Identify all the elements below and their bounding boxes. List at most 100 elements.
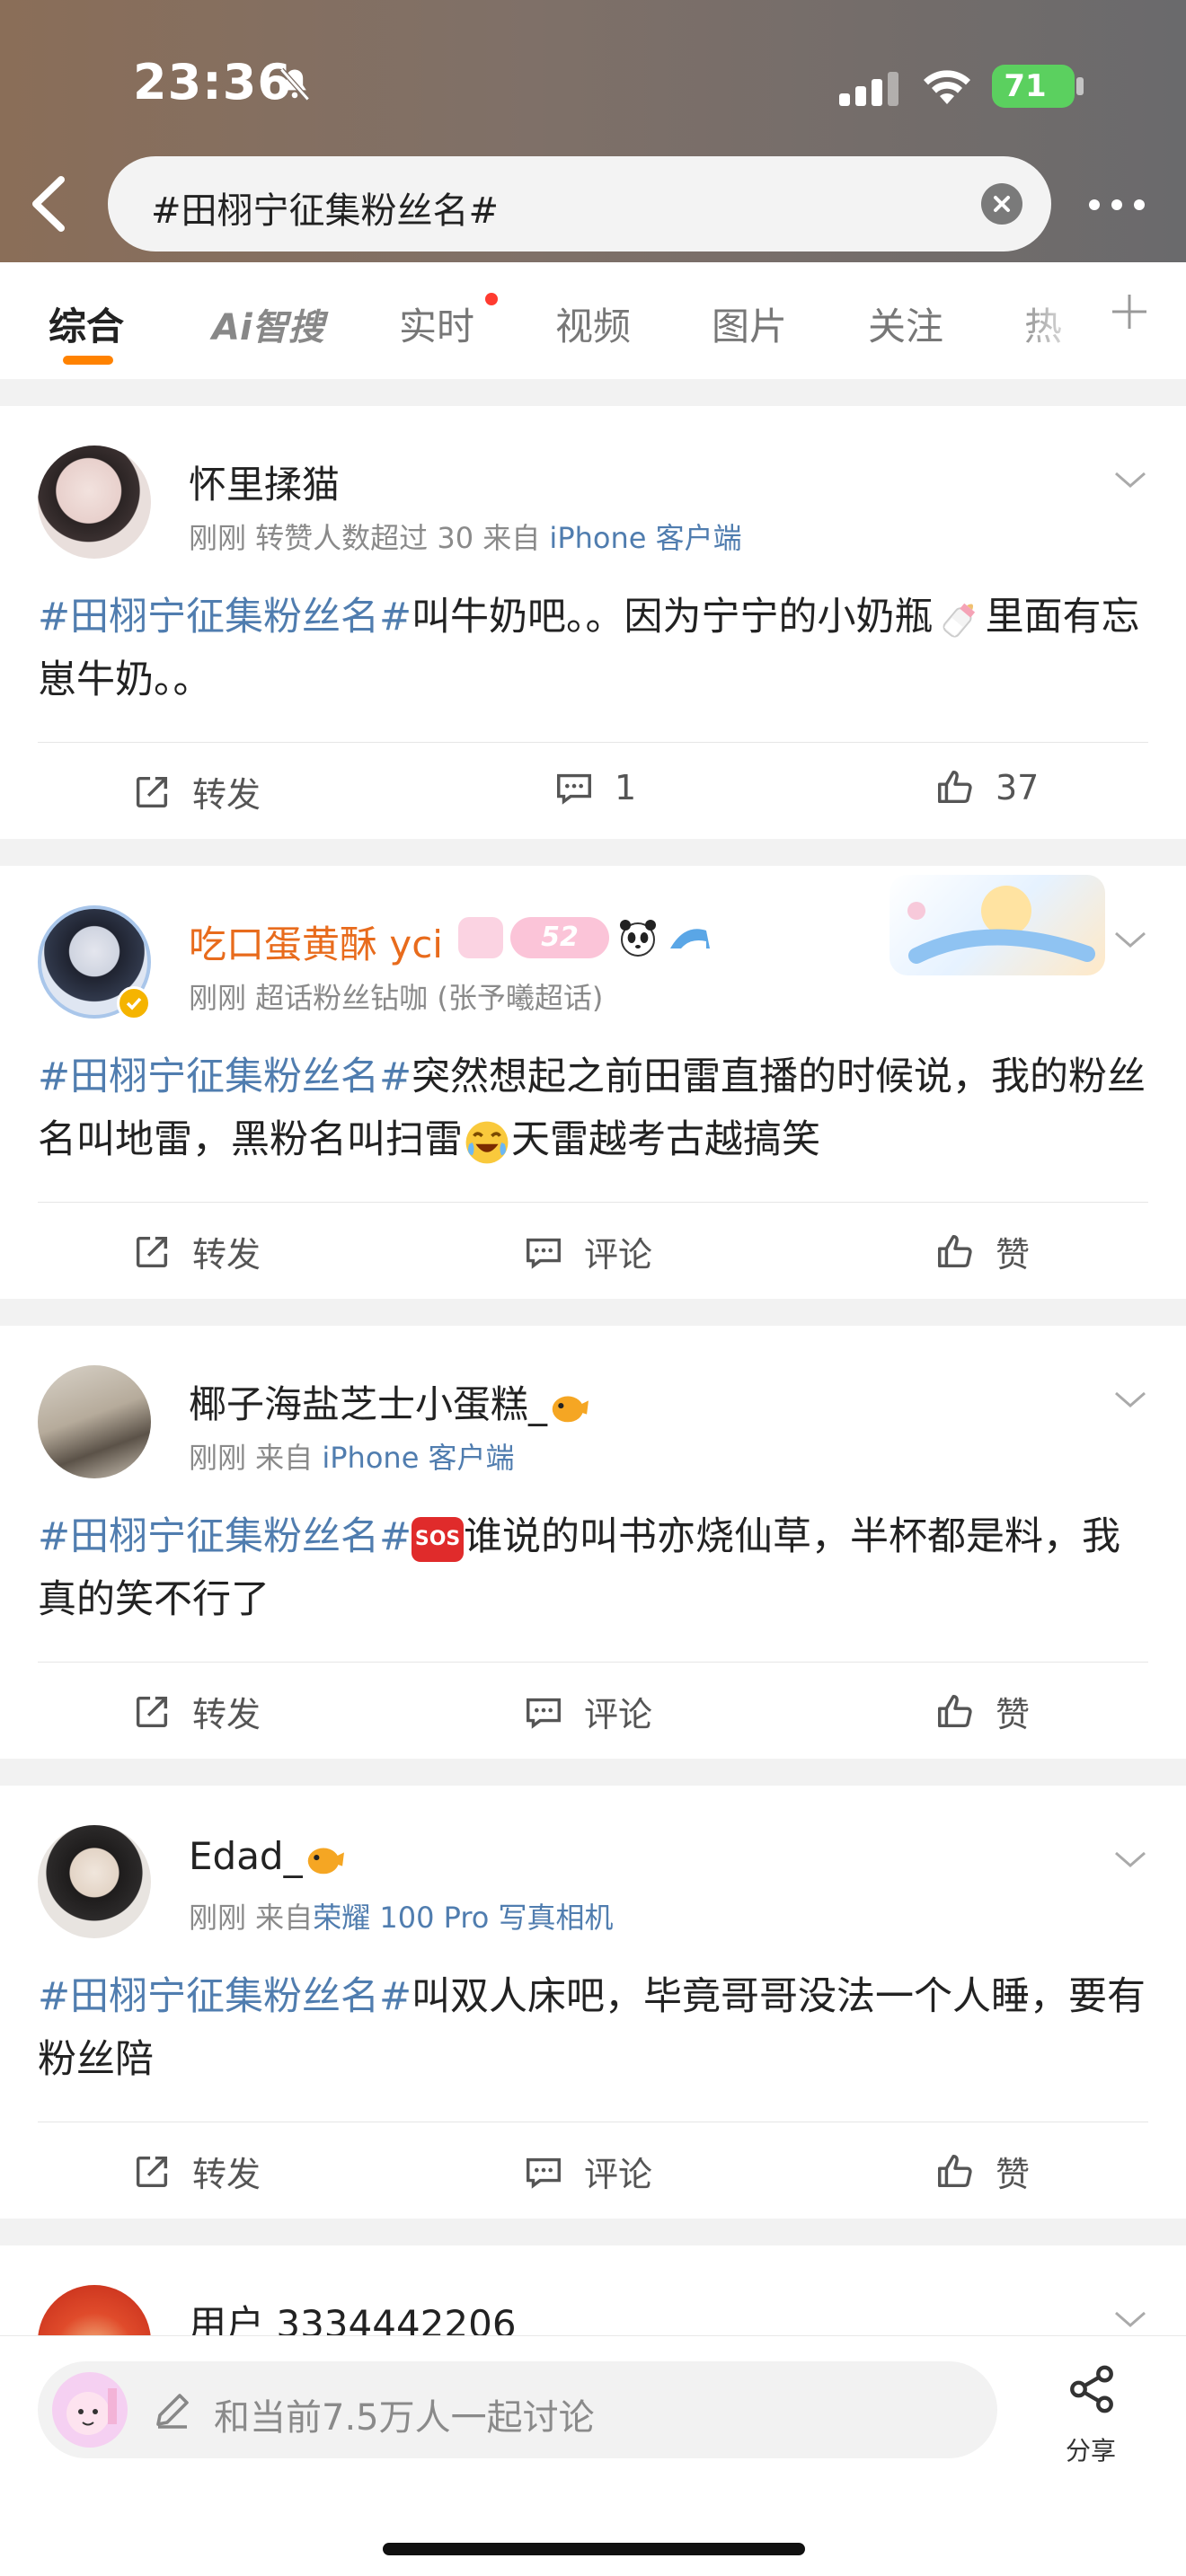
thumbs-up-icon: [938, 2154, 972, 2187]
username-text: 椰子海盐芝士小蛋糕_: [189, 1382, 548, 1426]
divider: [38, 742, 1148, 743]
username[interactable]: Edad_: [189, 1834, 344, 1880]
post-content[interactable]: #田栩宁征集粉丝名#突然想起之前田雷直播的时候说，我的粉丝名叫地雷，黑粉名叫扫雷…: [38, 1045, 1152, 1171]
fan-level-badge: 52: [510, 917, 609, 958]
search-query: #田栩宁征集粉丝名#: [151, 190, 500, 232]
discussion-placeholder: 和当前7.5万人一起讨论: [214, 2397, 595, 2439]
back-arrow-icon[interactable]: [22, 172, 75, 235]
clear-search-icon[interactable]: [981, 183, 1022, 225]
username[interactable]: 吃口蛋黄酥 yci: [189, 914, 443, 969]
tab-following[interactable]: 关注: [868, 296, 943, 351]
like-count: 37: [996, 768, 1040, 807]
avatar[interactable]: [38, 1365, 151, 1478]
share-label[interactable]: 分享: [1066, 2431, 1116, 2467]
shark-icon: [670, 929, 710, 948]
username[interactable]: 怀里揉猫: [189, 454, 340, 509]
comment-label: 评论: [584, 1695, 653, 1734]
new-content-dot: [485, 293, 498, 305]
like-label: 赞: [996, 1695, 1031, 1734]
reshare-icon: [136, 2156, 168, 2187]
post-card[interactable]: 吃口蛋黄酥 yci 52 刚刚 超话粉丝钻咖 (张予曦超话) #田栩宁征集粉丝名…: [0, 866, 1186, 1299]
post-card[interactable]: 用户 3334442206: [0, 2245, 1186, 2335]
comment-button[interactable]: 评论: [523, 1227, 652, 1276]
source-link[interactable]: 荣耀 100 Pro 写真相机: [313, 1901, 613, 1935]
like-button[interactable]: 赞: [934, 2147, 1030, 2196]
chevron-down-icon[interactable]: [1111, 1847, 1150, 1872]
like-button[interactable]: 37: [934, 767, 1039, 808]
tab-realtime[interactable]: 实时: [399, 296, 474, 351]
reshare-button[interactable]: 转发: [131, 767, 261, 816]
chevron-down-icon[interactable]: [1111, 2307, 1150, 2332]
reshare-icon: [136, 1696, 168, 1727]
home-indicator: [383, 2543, 805, 2555]
divider: [38, 1202, 1148, 1203]
meta-text: 刚刚 来自: [189, 1901, 314, 1935]
add-tab-icon[interactable]: [1107, 289, 1152, 334]
active-tab-indicator: [63, 356, 113, 365]
baby-bottle-emoji: [943, 603, 975, 638]
reshare-button[interactable]: 转发: [131, 1687, 261, 1736]
tab-comprehensive[interactable]: 综合: [49, 296, 124, 351]
like-button[interactable]: 赞: [934, 1687, 1030, 1736]
post-meta: 刚刚 超话粉丝钻咖 (张予曦超话): [189, 981, 604, 1015]
avatar[interactable]: [38, 1825, 151, 1938]
reshare-icon: [136, 776, 168, 807]
avatar[interactable]: [38, 446, 151, 559]
post-card[interactable]: 怀里揉猫 刚刚 转赞人数超过 30 来自 iPhone 客户端 #田栩宁征集粉丝…: [0, 406, 1186, 839]
chevron-down-icon[interactable]: [1111, 927, 1150, 952]
source-link[interactable]: iPhone 客户端: [322, 1441, 514, 1475]
divider: [38, 1662, 1148, 1663]
post-text-cont: 天雷越考古越搞笑: [511, 1117, 820, 1162]
bottom-bar: 和当前7.5万人一起讨论 分享: [0, 2335, 1186, 2576]
post-card[interactable]: 椰子海盐芝士小蛋糕_ 刚刚 来自 iPhone 客户端 #田栩宁征集粉丝名# SO…: [0, 1326, 1186, 1759]
comment-button[interactable]: 评论: [523, 1687, 652, 1736]
like-button[interactable]: 赞: [934, 1227, 1030, 1276]
meta-text: 刚刚 来自: [189, 1441, 323, 1475]
post-meta: 刚刚 来自荣耀 100 Pro 写真相机: [189, 1895, 614, 1936]
tab-video[interactable]: 视频: [555, 296, 631, 351]
post-card[interactable]: Edad_ 刚刚 来自荣耀 100 Pro 写真相机 #田栩宁征集粉丝名#叫双人…: [0, 1786, 1186, 2219]
hashtag-link[interactable]: #田栩宁征集粉丝名#: [38, 1974, 412, 2019]
username-text: Edad_: [189, 1834, 303, 1878]
my-avatar: [52, 2372, 128, 2448]
tab-images[interactable]: 图片: [712, 296, 787, 351]
comment-count: 1: [615, 768, 637, 807]
post-content[interactable]: #田栩宁征集粉丝名#叫牛奶吧。。因为宁宁的小奶瓶 里面有忘崽牛奶。。: [38, 586, 1152, 711]
hashtag-link[interactable]: #田栩宁征集粉丝名#: [38, 1054, 412, 1099]
username[interactable]: 椰子海盐芝士小蛋糕_: [189, 1374, 589, 1429]
comment-icon: [557, 773, 591, 805]
reshare-label: 转发: [192, 2155, 261, 2194]
comment-button[interactable]: 1: [553, 767, 636, 808]
comment-label: 评论: [584, 1235, 653, 1275]
avatar[interactable]: [38, 2285, 151, 2335]
reshare-button[interactable]: 转发: [131, 2147, 261, 2196]
username[interactable]: 用户 3334442206: [189, 2294, 517, 2335]
share-icon[interactable]: [1066, 2363, 1118, 2415]
reshare-label: 转发: [192, 1235, 261, 1275]
status-time: 23:36: [133, 54, 292, 110]
tab-bar: 综合 Ai智搜 实时 视频 图片 关注 热: [0, 262, 1186, 379]
comment-button[interactable]: 评论: [523, 2147, 652, 2196]
tab-ai-search[interactable]: Ai智搜: [212, 298, 324, 350]
like-label: 赞: [996, 2155, 1031, 2194]
pufferfish-icon: [552, 1396, 589, 1422]
chevron-down-icon[interactable]: [1111, 467, 1150, 492]
hashtag-link[interactable]: #田栩宁征集粉丝名#: [38, 1514, 412, 1559]
search-input[interactable]: #田栩宁征集粉丝名#: [108, 156, 1051, 251]
discussion-input[interactable]: 和当前7.5万人一起讨论: [38, 2361, 997, 2458]
like-label: 赞: [996, 1235, 1031, 1275]
reshare-label: 转发: [192, 1695, 261, 1734]
hashtag-link[interactable]: #田栩宁征集粉丝名#: [38, 595, 412, 640]
reshare-icon: [136, 1236, 168, 1267]
chevron-down-icon[interactable]: [1111, 1387, 1150, 1412]
laugh-cry-emoji: [465, 1121, 509, 1163]
post-content[interactable]: #田栩宁征集粉丝名# SOS谁说的叫书亦烧仙草，半杯都是料，我真的笑不行了: [38, 1505, 1152, 1631]
post-content[interactable]: #田栩宁征集粉丝名#叫双人床吧，毕竟哥哥没法一个人睡，要有粉丝陪: [38, 1965, 1152, 2091]
more-options-icon[interactable]: [1085, 187, 1148, 223]
reshare-button[interactable]: 转发: [131, 1227, 261, 1276]
comment-label: 评论: [584, 2155, 653, 2194]
thumbs-up-icon: [938, 1694, 972, 1727]
meta-text: 刚刚 转赞人数超过 30 来自: [189, 521, 550, 555]
source-link[interactable]: iPhone 客户端: [549, 521, 741, 555]
verified-badge-icon: [117, 986, 151, 1020]
